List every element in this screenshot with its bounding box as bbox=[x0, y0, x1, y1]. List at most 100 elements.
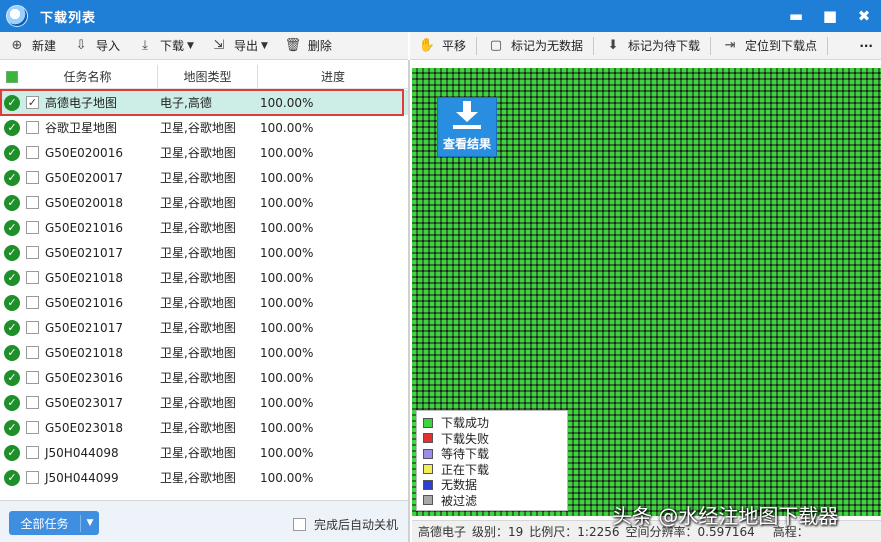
toolbar-button-label: 导入 bbox=[96, 39, 121, 53]
select-all-checkbox[interactable] bbox=[6, 70, 18, 83]
status-success-icon: ✓ bbox=[4, 219, 20, 236]
status-success-icon: ✓ bbox=[4, 394, 20, 411]
toolbar-mark-pending-button[interactable]: ⬇ 标记为待下载 bbox=[596, 32, 708, 60]
toolbar-import-button[interactable]: ⇩ 导入 bbox=[64, 32, 128, 60]
minimize-button[interactable]: ▬ bbox=[779, 0, 813, 32]
all-tasks-dropdown[interactable]: 全部任务 ▼ bbox=[9, 511, 99, 535]
progress-cell: 100.00% bbox=[260, 420, 314, 435]
toolbar-locate-button[interactable]: ⇥ 定位到下载点 bbox=[713, 32, 825, 60]
table-row[interactable]: ✓ J50H044099 卫星,谷歌地图 100.00% bbox=[0, 465, 408, 490]
table-row[interactable]: ✓ G50E020018 卫星,谷歌地图 100.00% bbox=[0, 190, 408, 215]
legend-label: 下载失败 bbox=[441, 431, 490, 446]
map-type-cell: 卫星,谷歌地图 bbox=[160, 396, 236, 410]
row-checkbox[interactable] bbox=[26, 171, 39, 184]
toolbar-trash-button[interactable]: 🗑 删除 bbox=[276, 32, 340, 60]
table-row[interactable]: ✓ 谷歌卫星地图 卫星,谷歌地图 100.00% bbox=[0, 115, 408, 140]
status-success-icon: ✓ bbox=[4, 369, 20, 386]
chevron-down-icon: ▼ bbox=[86, 518, 94, 528]
table-row[interactable]: ✓ G50E021016 卫星,谷歌地图 100.00% bbox=[0, 290, 408, 315]
task-name-cell: G50E020018 bbox=[45, 195, 123, 210]
auto-shutdown-checkbox[interactable] bbox=[293, 518, 306, 531]
progress-cell: 100.00% bbox=[260, 145, 314, 160]
mark-nodata-icon: ▢ bbox=[489, 38, 503, 53]
toolbar-mark-nodata-button[interactable]: ▢ 标记为无数据 bbox=[479, 32, 591, 60]
auto-shutdown-option[interactable]: 完成后自动关机 bbox=[293, 516, 398, 533]
status-success-icon: ✓ bbox=[4, 319, 20, 336]
map-type-cell: 卫星,谷歌地图 bbox=[160, 121, 236, 135]
table-row[interactable]: ✓ G50E021018 卫星,谷歌地图 100.00% bbox=[0, 340, 408, 365]
progress-cell: 100.00% bbox=[260, 395, 314, 410]
row-checkbox[interactable] bbox=[26, 196, 39, 209]
map-type-cell: 卫星,谷歌地图 bbox=[160, 146, 236, 160]
row-checkbox[interactable]: ✓ bbox=[26, 96, 39, 109]
legend-item: 正在下载 bbox=[423, 462, 561, 478]
row-checkbox[interactable] bbox=[26, 421, 39, 434]
table-row[interactable]: ✓ G50E021017 卫星,谷歌地图 100.00% bbox=[0, 240, 408, 265]
table-row[interactable]: ✓ G50E021017 卫星,谷歌地图 100.00% bbox=[0, 315, 408, 340]
table-row[interactable]: ✓ G50E021018 卫星,谷歌地图 100.00% bbox=[0, 265, 408, 290]
import-icon: ⇩ bbox=[75, 38, 87, 53]
view-result-button[interactable]: 查看结果 bbox=[437, 97, 497, 157]
app-logo-icon bbox=[6, 5, 28, 27]
close-button[interactable]: ✖ bbox=[847, 0, 881, 32]
table-row[interactable]: ✓ ✓ 高德电子地图 电子,高德 100.00% bbox=[0, 90, 408, 115]
status-success-icon: ✓ bbox=[4, 419, 20, 436]
status-layer: 高德电子 bbox=[418, 525, 467, 539]
status-scale: 比例尺：1:2256 bbox=[529, 525, 620, 539]
row-checkbox[interactable] bbox=[26, 121, 39, 134]
title-bar: 下载列表 ▬ ■ ✖ bbox=[0, 0, 881, 32]
panel-splitter[interactable] bbox=[408, 60, 410, 542]
table-row[interactable]: ✓ G50E023018 卫星,谷歌地图 100.00% bbox=[0, 415, 408, 440]
table-row[interactable]: ✓ G50E020017 卫星,谷歌地图 100.00% bbox=[0, 165, 408, 190]
chevron-down-icon[interactable]: ▼ bbox=[261, 41, 268, 51]
legend-item: 下载成功 bbox=[423, 415, 561, 431]
task-name-cell: J50H044098 bbox=[45, 445, 119, 460]
toolbar-download-button[interactable]: ⤓ 下载 ▼ bbox=[128, 32, 202, 60]
row-checkbox[interactable] bbox=[26, 346, 39, 359]
map-type-cell: 卫星,谷歌地图 bbox=[160, 296, 236, 310]
column-header-progress[interactable]: 进度 bbox=[258, 65, 408, 89]
row-checkbox[interactable] bbox=[26, 296, 39, 309]
task-bottom-bar: 全部任务 ▼ 完成后自动关机 bbox=[0, 500, 408, 542]
window-title: 下载列表 bbox=[40, 10, 97, 26]
status-success-icon: ✓ bbox=[4, 144, 20, 161]
progress-cell: 100.00% bbox=[260, 295, 314, 310]
row-checkbox[interactable] bbox=[26, 271, 39, 284]
row-checkbox[interactable] bbox=[26, 396, 39, 409]
progress-cell: 100.00% bbox=[260, 120, 314, 135]
status-success-icon: ✓ bbox=[4, 119, 20, 136]
chevron-down-icon[interactable]: ▼ bbox=[187, 41, 194, 51]
column-header-type[interactable]: 地图类型 bbox=[158, 64, 258, 89]
maximize-button[interactable]: ■ bbox=[813, 0, 847, 32]
toolbar-more-button[interactable]: ··· bbox=[851, 32, 881, 60]
legend-label: 下载成功 bbox=[441, 416, 490, 431]
toolbar-export-button[interactable]: ⇲ 导出 ▼ bbox=[202, 32, 276, 60]
column-header-name[interactable]: 任务名称 bbox=[18, 64, 158, 89]
progress-cell: 100.00% bbox=[260, 370, 314, 385]
status-success-icon: ✓ bbox=[4, 444, 20, 461]
row-checkbox[interactable] bbox=[26, 246, 39, 259]
toolbar-plus-circle-button[interactable]: ⊕ 新建 bbox=[0, 32, 64, 60]
toolbar-pan-hand-button[interactable]: ✋ 平移 bbox=[410, 32, 474, 60]
row-checkbox[interactable] bbox=[26, 446, 39, 459]
legend-item: 被过滤 bbox=[423, 493, 561, 509]
row-checkbox[interactable] bbox=[26, 146, 39, 159]
task-name-cell: G50E020017 bbox=[45, 170, 123, 185]
watermark-text: 头条 @水经注地图下载器 bbox=[612, 504, 839, 528]
table-row[interactable]: ✓ J50H044098 卫星,谷歌地图 100.00% bbox=[0, 440, 408, 465]
progress-cell: 100.00% bbox=[260, 445, 314, 460]
all-tasks-label: 全部任务 bbox=[9, 514, 81, 532]
table-row[interactable]: ✓ G50E020016 卫星,谷歌地图 100.00% bbox=[0, 140, 408, 165]
row-checkbox[interactable] bbox=[26, 321, 39, 334]
row-checkbox[interactable] bbox=[26, 371, 39, 384]
task-name-cell: G50E020016 bbox=[45, 145, 123, 160]
map-type-cell: 卫星,谷歌地图 bbox=[160, 421, 236, 435]
progress-cell: 100.00% bbox=[260, 470, 314, 485]
table-row[interactable]: ✓ G50E023016 卫星,谷歌地图 100.00% bbox=[0, 365, 408, 390]
table-row[interactable]: ✓ G50E023017 卫星,谷歌地图 100.00% bbox=[0, 390, 408, 415]
row-checkbox[interactable] bbox=[26, 221, 39, 234]
task-toolbar: ⊕ 新建 ⇩ 导入 ⤓ 下载 ▼ ⇲ 导出 ▼ 🗑 删除 bbox=[0, 32, 408, 60]
row-checkbox[interactable] bbox=[26, 471, 39, 484]
table-row[interactable]: ✓ G50E021016 卫星,谷歌地图 100.00% bbox=[0, 215, 408, 240]
task-name-cell: G50E021018 bbox=[45, 270, 123, 285]
